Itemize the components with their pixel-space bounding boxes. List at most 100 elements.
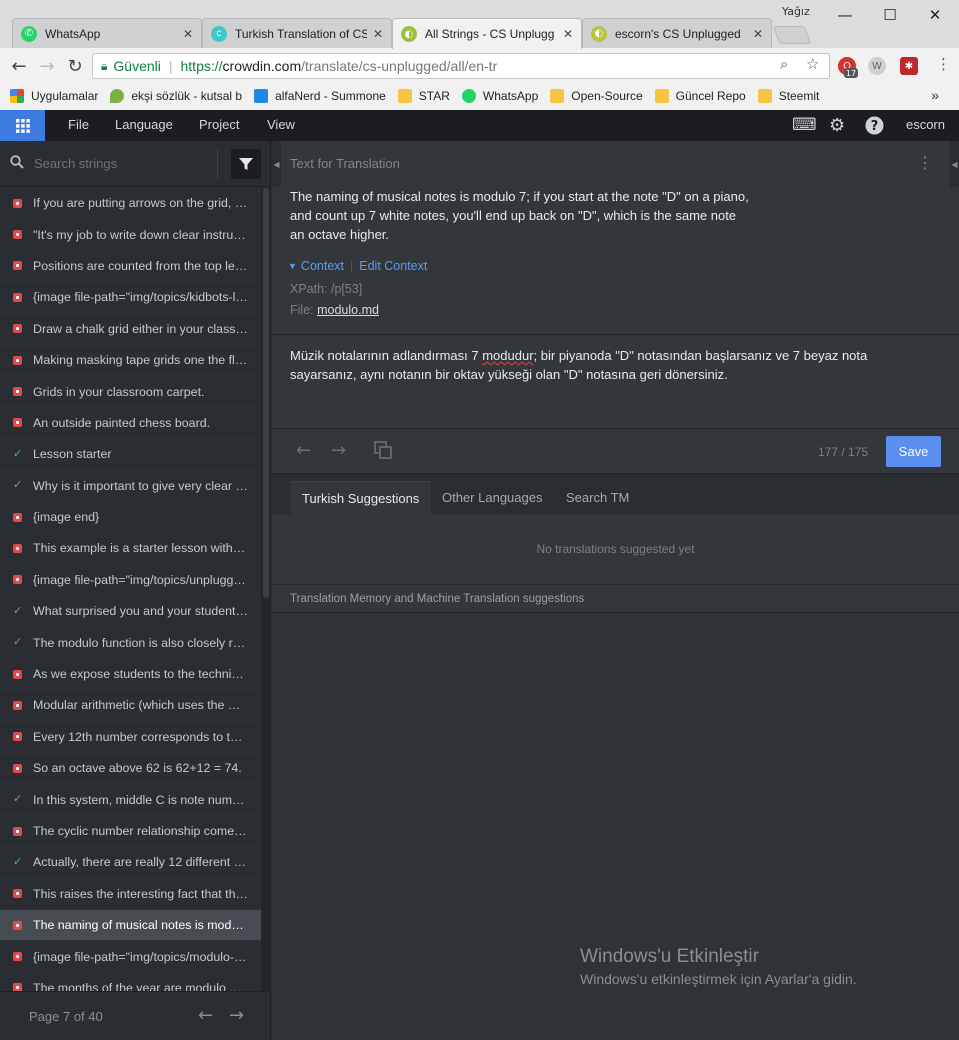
wordpress-extension-icon[interactable]: W <box>868 57 886 75</box>
string-row[interactable]: {image file-path="img/topics/unplugged-.… <box>0 565 261 597</box>
file-link[interactable]: modulo.md <box>317 303 379 317</box>
gear-icon[interactable]: ⚙ <box>829 115 845 136</box>
untranslated-status-icon <box>13 763 22 773</box>
scrollbar-thumb[interactable] <box>263 188 269 598</box>
more-options-icon[interactable]: ⋮ <box>917 153 933 172</box>
collapse-left-icon[interactable]: ◀ <box>272 141 281 187</box>
keyboard-icon[interactable]: ⌨ <box>792 115 817 135</box>
menu-file[interactable]: File <box>68 117 89 132</box>
bookmark-apps[interactable]: Uygulamalar <box>10 89 98 103</box>
zoom-search-icon[interactable]: ⌕ <box>780 55 788 73</box>
string-row[interactable]: The months of the year are modulo 12... <box>0 973 261 991</box>
untranslated-status-icon <box>13 543 22 553</box>
string-row[interactable]: So an octave above 62 is 62+12 = 74. <box>0 753 261 785</box>
string-row[interactable]: {image file-path="img/topics/kidbots-les… <box>0 282 261 314</box>
forward-arrow-icon[interactable]: → <box>35 54 59 78</box>
address-bar[interactable]: 🔒︎ Güvenli | https:// crowdin.com /trans… <box>92 53 830 79</box>
menu-language[interactable]: Language <box>115 117 173 132</box>
prev-page-arrow-icon[interactable]: ← <box>198 1005 213 1026</box>
translation-text-part: Müzik notalarının adlandırması 7 <box>290 348 483 363</box>
maximize-button[interactable]: ☐ <box>875 4 905 26</box>
string-row[interactable]: ✓ Actually, there are really 12 different… <box>0 847 261 879</box>
bookmark-open-source[interactable]: Open-Source <box>550 89 643 103</box>
browser-tab-escorn[interactable]: ◐ escorn's CS Unplugged ✕ <box>582 18 772 48</box>
string-row[interactable]: ✓ Why is it important to give very clear … <box>0 471 261 502</box>
sidebar-scrollbar[interactable] <box>261 188 271 991</box>
translation-editor[interactable]: Müzik notalarının adlandırması 7 modudur… <box>272 336 959 429</box>
help-icon[interactable]: ? <box>865 116 884 139</box>
string-row-text: Grids in your classroom carpet. <box>33 384 205 399</box>
search-input[interactable] <box>34 156 204 171</box>
string-row[interactable]: Modular arithmetic (which uses the modul… <box>0 690 261 722</box>
next-string-arrow-icon[interactable]: → <box>331 440 346 461</box>
close-window-button[interactable]: ✕ <box>920 4 950 26</box>
reload-icon[interactable]: ↻ <box>63 54 87 78</box>
string-row[interactable]: ✓ Lesson starter <box>0 439 261 471</box>
string-row[interactable]: Making masking tape grids one the floor.… <box>0 345 261 377</box>
string-row[interactable]: Draw a chalk grid either in your classro… <box>0 314 261 345</box>
edit-context-link[interactable]: Edit Context <box>359 259 427 273</box>
browser-tab-turkish-translation[interactable]: c Turkish Translation of CS ✕ <box>202 18 392 48</box>
string-row[interactable]: "It's my job to write down clear instruc… <box>0 219 261 251</box>
tab-search-tm[interactable]: Search TM <box>554 481 641 514</box>
minimize-button[interactable]: — <box>830 4 860 26</box>
apps-grid-button[interactable] <box>0 110 45 141</box>
whatsapp-icon <box>461 89 476 103</box>
menu-view[interactable]: View <box>267 117 295 132</box>
string-row[interactable]: The cyclic number relationship comes up.… <box>0 816 261 848</box>
tab-close-icon[interactable]: ✕ <box>753 27 763 41</box>
browser-tab-whatsapp[interactable]: ✆ WhatsApp ✕ <box>12 18 202 48</box>
tab-other-languages[interactable]: Other Languages <box>430 481 554 514</box>
string-row[interactable]: ✓ The modulo function is also closely rel… <box>0 627 261 659</box>
collapse-right-icon[interactable]: ◀ <box>950 141 959 187</box>
untranslated-status-icon <box>13 355 22 365</box>
bookmark-steemit[interactable]: Steemit <box>757 89 819 103</box>
translation-text[interactable]: Müzik notalarının adlandırması 7 modudur… <box>290 346 900 384</box>
bookmark-whatsapp[interactable]: WhatsApp <box>461 89 538 103</box>
apps-grid-icon <box>10 89 24 103</box>
next-page-arrow-icon[interactable]: → <box>229 1005 244 1026</box>
string-row[interactable]: {image end} <box>0 502 261 534</box>
lastpass-extension-icon[interactable]: ✱ <box>900 57 918 75</box>
browser-tab-all-strings[interactable]: ◐ All Strings - CS Unplugg ✕ <box>392 18 582 49</box>
previous-string-arrow-icon[interactable]: ← <box>296 440 311 461</box>
no-suggestions-message: No translations suggested yet <box>272 514 959 585</box>
untranslated-status-icon <box>13 512 22 522</box>
string-row[interactable]: An outside painted chess board. <box>0 408 261 440</box>
string-row[interactable]: Positions are counted from the top left … <box>0 251 261 283</box>
string-row[interactable]: This raises the interesting fact that th… <box>0 879 261 910</box>
string-row[interactable]: As we expose students to the technical..… <box>0 659 261 691</box>
string-row[interactable]: This example is a starter lesson with lo… <box>0 533 261 565</box>
bookmarks-overflow-button[interactable]: » <box>931 87 939 103</box>
save-button[interactable]: Save <box>886 436 941 467</box>
tab-turkish-suggestions[interactable]: Turkish Suggestions <box>290 481 432 514</box>
user-name[interactable]: escorn <box>906 117 945 132</box>
string-row-text: This raises the interesting fact that th… <box>33 886 248 901</box>
string-row[interactable]: {image file-path="img/topics/modulo-musi… <box>0 941 261 973</box>
browser-menu-icon[interactable]: ⋮ <box>936 55 951 73</box>
bookmark-star[interactable]: STAR <box>397 89 450 103</box>
bookmark-star-icon[interactable]: ☆ <box>806 55 819 73</box>
bookmark-eksi[interactable]: ekşi sözlük - kutsal b <box>110 89 242 103</box>
string-row[interactable]: The naming of musical notes is modulo 7.… <box>0 909 261 942</box>
tab-close-icon[interactable]: ✕ <box>183 27 193 41</box>
bookmark-guncel-repo[interactable]: Güncel Repo <box>654 89 746 103</box>
tab-close-icon[interactable]: ✕ <box>563 27 573 41</box>
editor-action-bar: ← → 177 / 175 Save <box>272 430 959 474</box>
context-toggle[interactable]: Context <box>301 259 344 273</box>
menu-project[interactable]: Project <box>199 117 239 132</box>
string-row[interactable]: If you are putting arrows on the grid, m… <box>0 188 261 220</box>
filter-button[interactable] <box>231 149 261 179</box>
untranslated-status-icon <box>13 952 22 962</box>
watermark-subtitle: Windows'u etkinleştirmek için Ayarlar'a … <box>580 971 857 987</box>
string-row[interactable]: ✓ In this system, middle C is note number… <box>0 784 261 816</box>
tab-close-icon[interactable]: ✕ <box>373 27 383 41</box>
copy-source-icon[interactable] <box>374 441 392 464</box>
string-row[interactable]: ✓ What surprised you and your students ab… <box>0 596 261 628</box>
back-arrow-icon[interactable]: ← <box>7 54 31 78</box>
string-row[interactable]: Every 12th number corresponds to the sam… <box>0 722 261 754</box>
string-row[interactable]: Grids in your classroom carpet. <box>0 376 261 408</box>
misspelled-word[interactable]: modudur <box>482 348 533 363</box>
bookmark-alfanerd[interactable]: alfaNerd - Summone <box>254 89 386 103</box>
new-tab-button[interactable] <box>772 26 812 44</box>
